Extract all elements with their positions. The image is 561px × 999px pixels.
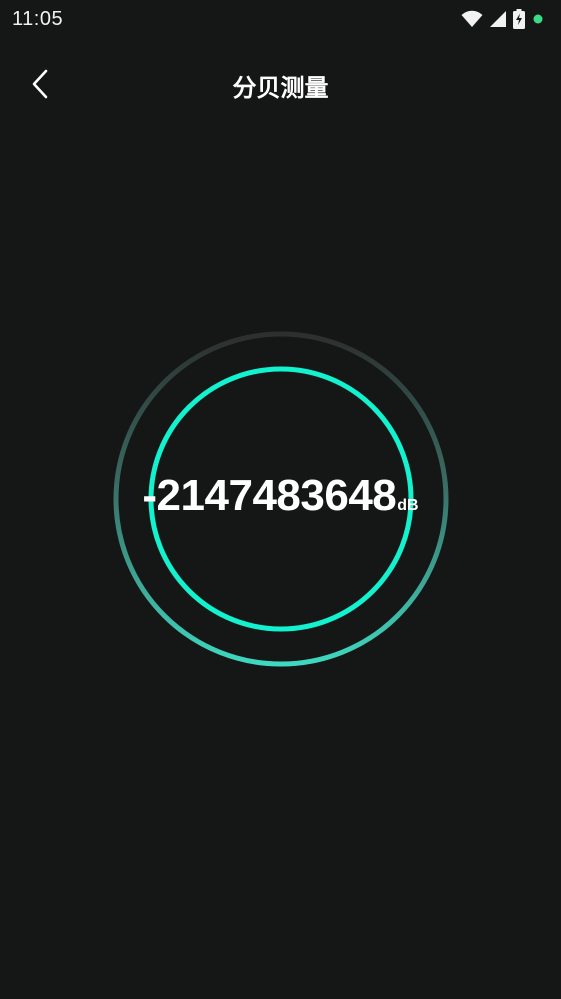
cellular-signal-icon: [489, 10, 507, 28]
decibel-value: -2147483648: [142, 471, 397, 520]
page-title: 分贝测量: [232, 74, 329, 102]
status-time: 11:05: [12, 8, 64, 30]
app-bar: 分贝测量: [0, 52, 561, 116]
status-bar: 11:05: [0, 0, 561, 38]
wifi-icon: [461, 10, 483, 28]
battery-charging-icon: [513, 9, 525, 29]
decibel-reading: -2147483648dB: [0, 474, 561, 518]
decibel-unit: dB: [397, 497, 419, 514]
notification-dot-icon: [531, 12, 545, 26]
status-icons: [461, 8, 545, 30]
